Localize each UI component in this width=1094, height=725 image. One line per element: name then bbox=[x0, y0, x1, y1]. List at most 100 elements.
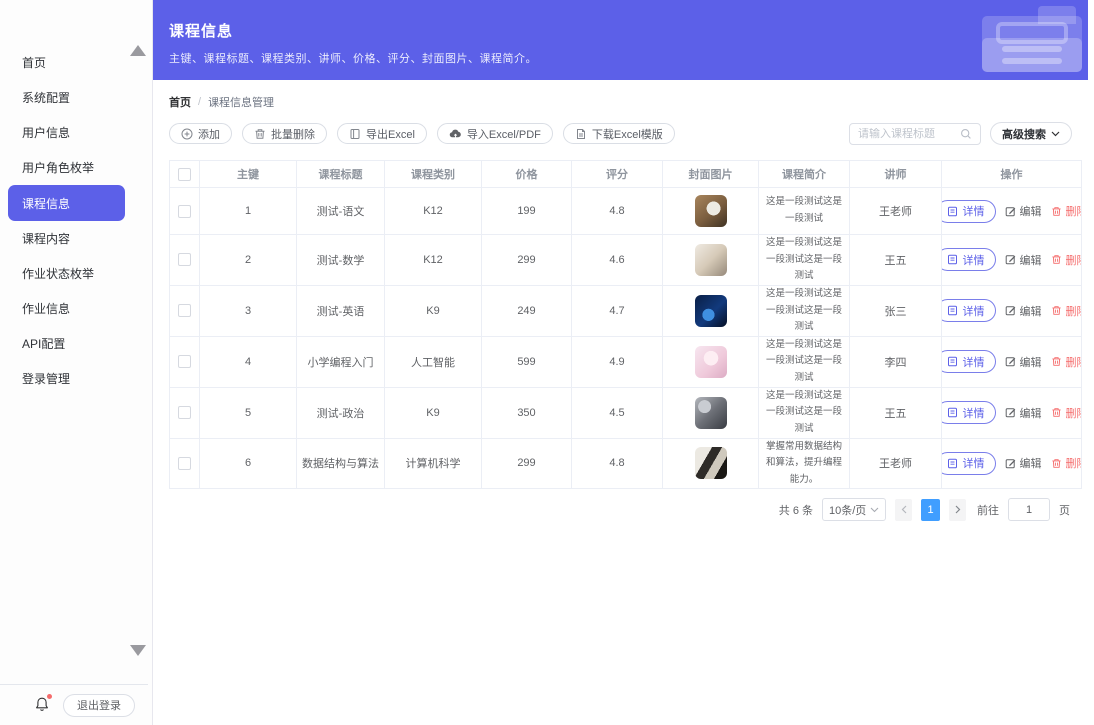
edit-button[interactable]: 编辑 bbox=[1005, 203, 1042, 219]
row-checkbox[interactable] bbox=[178, 205, 191, 218]
import-excel-pdf-button[interactable]: 导入Excel/PDF bbox=[437, 123, 553, 144]
edit-square-icon bbox=[1005, 254, 1016, 265]
row-checkbox[interactable] bbox=[178, 355, 191, 368]
trash-icon bbox=[254, 128, 266, 140]
add-button[interactable]: 添加 bbox=[169, 123, 232, 144]
detail-button[interactable]: 详情 bbox=[942, 200, 996, 223]
delete-button[interactable]: 删除 bbox=[1051, 252, 1082, 268]
sidebar-item-login-management[interactable]: 登录管理 bbox=[0, 361, 152, 396]
row-checkbox[interactable] bbox=[178, 457, 191, 470]
header-category: 课程类别 bbox=[385, 161, 482, 188]
page-subtitle: 主键、课程标题、课程类别、讲师、价格、评分、封面图片、课程简介。 bbox=[169, 50, 1088, 66]
sidebar-menu: 首页 系统配置 用户信息 用户角色枚举 课程信息 课程内容 作业状态枚举 作业信… bbox=[0, 45, 152, 396]
search-area: 高级搜索 bbox=[849, 122, 1072, 145]
delete-button[interactable]: 删除 bbox=[1051, 455, 1082, 471]
cell-category: K12 bbox=[385, 235, 482, 286]
scroll-down-icon[interactable] bbox=[130, 645, 146, 656]
sidebar-item-system-config[interactable]: 系统配置 bbox=[0, 80, 152, 115]
select-all-checkbox[interactable] bbox=[178, 168, 191, 181]
cell-title: 小学编程入门 bbox=[297, 336, 385, 387]
page-number-1[interactable]: 1 bbox=[921, 499, 940, 521]
breadcrumb-separator: / bbox=[198, 96, 201, 108]
row-actions: 详情 编辑 删除 bbox=[946, 401, 1077, 424]
cell-select bbox=[170, 285, 200, 336]
table-row: 1 测试-语文 K12 199 4.8 这是一段测试这是一段测试 王老师 详情 … bbox=[170, 188, 1082, 235]
cell-rating: 4.7 bbox=[572, 285, 663, 336]
trash-icon bbox=[1051, 356, 1062, 367]
cell-intro: 这是一段测试这是一段测试这是一段测试 bbox=[759, 336, 850, 387]
search-icon[interactable] bbox=[960, 128, 972, 140]
cell-teacher: 王老师 bbox=[850, 438, 942, 489]
sidebar-item-course-content[interactable]: 课程内容 bbox=[0, 221, 152, 256]
edit-button[interactable]: 编辑 bbox=[1005, 252, 1042, 268]
page-size-select[interactable]: 10条/页 bbox=[822, 498, 886, 521]
detail-button[interactable]: 详情 bbox=[942, 299, 996, 322]
cell-price: 249 bbox=[482, 285, 572, 336]
sidebar-item-homework-info[interactable]: 作业信息 bbox=[0, 291, 152, 326]
batch-delete-button[interactable]: 批量删除 bbox=[242, 123, 327, 144]
sidebar-item-user-info[interactable]: 用户信息 bbox=[0, 115, 152, 150]
sidebar-item-course-info[interactable]: 课程信息 bbox=[8, 185, 125, 221]
header-select bbox=[170, 161, 200, 188]
detail-button[interactable]: 详情 bbox=[942, 350, 996, 373]
sidebar-item-api-config[interactable]: API配置 bbox=[0, 326, 152, 361]
delete-button[interactable]: 删除 bbox=[1051, 203, 1082, 219]
row-checkbox[interactable] bbox=[178, 253, 191, 266]
edit-button[interactable]: 编辑 bbox=[1005, 455, 1042, 471]
chevron-down-icon bbox=[870, 507, 879, 513]
main-content: 课程信息 主键、课程标题、课程类别、讲师、价格、评分、封面图片、课程简介。 首页… bbox=[153, 0, 1088, 725]
bell-icon[interactable] bbox=[34, 696, 50, 714]
goto-page-input[interactable] bbox=[1008, 498, 1050, 521]
total-count: 共 6 条 bbox=[779, 502, 813, 518]
logout-button[interactable]: 退出登录 bbox=[63, 694, 135, 717]
cover-image bbox=[695, 295, 727, 327]
cell-select bbox=[170, 235, 200, 286]
cell-intro: 这是一段测试这是一段测试这是一段测试 bbox=[759, 387, 850, 438]
edit-button[interactable]: 编辑 bbox=[1005, 354, 1042, 370]
edit-square-icon bbox=[1005, 458, 1016, 469]
cell-price: 299 bbox=[482, 438, 572, 489]
row-actions: 详情 编辑 删除 bbox=[946, 350, 1077, 373]
cell-cover bbox=[663, 188, 759, 235]
cell-cover bbox=[663, 285, 759, 336]
delete-button[interactable]: 删除 bbox=[1051, 354, 1082, 370]
delete-button[interactable]: 删除 bbox=[1051, 405, 1082, 421]
sidebar-item-homework-status-enum[interactable]: 作业状态枚举 bbox=[0, 256, 152, 291]
detail-button[interactable]: 详情 bbox=[942, 452, 996, 475]
edit-button[interactable]: 编辑 bbox=[1005, 405, 1042, 421]
download-template-button[interactable]: 下载Excel模版 bbox=[563, 123, 675, 144]
document-icon bbox=[947, 206, 958, 217]
page-title: 课程信息 bbox=[169, 20, 1088, 41]
export-excel-button[interactable]: 导出Excel bbox=[337, 123, 427, 144]
cell-teacher: 王五 bbox=[850, 387, 942, 438]
cell-teacher: 王五 bbox=[850, 235, 942, 286]
detail-button[interactable]: 详情 bbox=[942, 401, 996, 424]
edit-button[interactable]: 编辑 bbox=[1005, 303, 1042, 319]
cell-rating: 4.8 bbox=[572, 438, 663, 489]
trash-icon bbox=[1051, 458, 1062, 469]
cell-intro: 这是一段测试这是一段测试 bbox=[759, 188, 850, 235]
cell-cover bbox=[663, 235, 759, 286]
row-actions: 详情 编辑 删除 bbox=[946, 248, 1077, 271]
search-input[interactable] bbox=[858, 128, 960, 140]
course-table-wrap: 主键 课程标题 课程类别 价格 评分 封面图片 课程简介 讲师 操作 1 测试-… bbox=[169, 160, 1072, 489]
cell-teacher: 张三 bbox=[850, 285, 942, 336]
row-checkbox[interactable] bbox=[178, 304, 191, 317]
cell-title: 测试-英语 bbox=[297, 285, 385, 336]
cell-title: 测试-数学 bbox=[297, 235, 385, 286]
prev-page-button[interactable] bbox=[895, 499, 912, 521]
advanced-search-button[interactable]: 高级搜索 bbox=[990, 122, 1072, 145]
sidebar-item-user-role-enum[interactable]: 用户角色枚举 bbox=[0, 150, 152, 185]
breadcrumb-home[interactable]: 首页 bbox=[169, 94, 191, 110]
sidebar-item-home[interactable]: 首页 bbox=[0, 45, 152, 80]
next-page-button[interactable] bbox=[949, 499, 966, 521]
cell-intro: 掌握常用数据结构和算法，提升编程能力。 bbox=[759, 438, 850, 489]
detail-button[interactable]: 详情 bbox=[942, 248, 996, 271]
cell-teacher: 李四 bbox=[850, 336, 942, 387]
trash-icon bbox=[1051, 206, 1062, 217]
cell-id: 4 bbox=[200, 336, 297, 387]
edit-square-icon bbox=[1005, 356, 1016, 367]
row-checkbox[interactable] bbox=[178, 406, 191, 419]
table-header-row: 主键 课程标题 课程类别 价格 评分 封面图片 课程简介 讲师 操作 bbox=[170, 161, 1082, 188]
delete-button[interactable]: 删除 bbox=[1051, 303, 1082, 319]
